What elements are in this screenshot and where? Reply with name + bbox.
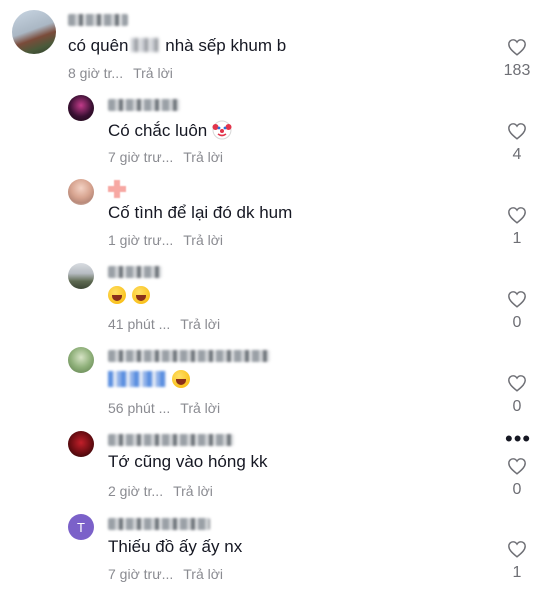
heart-icon bbox=[508, 291, 526, 308]
comment-time: 41 phút ... bbox=[108, 316, 171, 332]
comment-text: có quên nhà sếp khum b bbox=[68, 36, 287, 55]
reply-item: T Thiếu đồ ấy ấy nx 7 giờ trư... Trả lời … bbox=[0, 510, 550, 591]
avatar[interactable] bbox=[68, 431, 94, 457]
clown-face-icon bbox=[212, 120, 232, 140]
reply-button[interactable]: Trả lời bbox=[180, 400, 220, 416]
like-button[interactable]: 1 bbox=[500, 206, 534, 248]
username-blurred[interactable] bbox=[108, 434, 234, 446]
reply-button[interactable]: Trả lời bbox=[173, 483, 213, 499]
reply-item: 41 phút ... Trả lời 0 bbox=[0, 258, 550, 342]
comment-time: 8 giờ tr... bbox=[68, 65, 124, 81]
heart-icon bbox=[508, 207, 526, 224]
avatar[interactable] bbox=[68, 95, 94, 121]
comment-time: 7 giờ trư... bbox=[108, 566, 174, 582]
comment-time: 7 giờ trư... bbox=[108, 149, 174, 165]
like-count: 0 bbox=[512, 314, 522, 331]
comment-text: Cố tình để lại đó dk hum bbox=[108, 203, 293, 222]
comment-meta: 1 giờ trư... Trả lời bbox=[108, 232, 223, 248]
avatar[interactable] bbox=[12, 10, 56, 54]
heart-icon bbox=[508, 39, 526, 56]
like-count: 0 bbox=[512, 481, 522, 498]
avatar[interactable] bbox=[68, 263, 94, 289]
joy-face-icon bbox=[172, 370, 190, 388]
heart-icon bbox=[508, 123, 526, 140]
reply-item: ••• Tớ cũng vào hóng kk 2 giờ tr... Trả l… bbox=[0, 426, 550, 510]
comment-text: Tớ cũng vào hóng kk bbox=[108, 452, 268, 471]
like-button[interactable]: 183 bbox=[500, 38, 534, 80]
comment-text: Thiếu đồ ấy ấy nx bbox=[108, 537, 243, 556]
reply-button[interactable]: Trả lời bbox=[183, 149, 223, 165]
like-count: 1 bbox=[512, 564, 522, 581]
reply-button[interactable]: Trả lời bbox=[180, 316, 220, 332]
reply-item: 56 phút ... Trả lời 0 bbox=[0, 342, 550, 426]
avatar[interactable] bbox=[68, 179, 94, 205]
cross-icon bbox=[108, 180, 126, 198]
heart-icon bbox=[508, 375, 526, 392]
reply-button[interactable]: Trả lời bbox=[183, 566, 223, 582]
like-button[interactable]: 1 bbox=[500, 540, 534, 582]
comment-meta: 7 giờ trư... Trả lời bbox=[108, 149, 223, 165]
avatar[interactable] bbox=[68, 347, 94, 373]
avatar[interactable]: T bbox=[68, 514, 94, 540]
comment-time: 56 phút ... bbox=[108, 400, 171, 416]
comment-meta: 8 giờ tr... Trả lời bbox=[68, 65, 173, 81]
comment-emojis bbox=[108, 286, 156, 306]
like-count: 0 bbox=[512, 398, 522, 415]
like-count: 1 bbox=[512, 230, 522, 247]
comment-item: có quên nhà sếp khum b 8 giờ tr... Trả lờ… bbox=[0, 0, 550, 90]
username-blurred[interactable] bbox=[108, 350, 270, 362]
comment-meta: 7 giờ trư... Trả lời bbox=[108, 566, 223, 582]
blurred-word bbox=[130, 38, 159, 52]
reply-item: Có chắc luôn 7 giờ trư... Trả lời 4 bbox=[0, 90, 550, 174]
blurred-mention[interactable] bbox=[108, 371, 166, 387]
username-blurred[interactable] bbox=[108, 518, 210, 530]
username-blurred[interactable] bbox=[108, 99, 180, 111]
reply-button[interactable]: Trả lời bbox=[183, 232, 223, 248]
like-button[interactable]: 0 bbox=[500, 457, 534, 499]
like-button[interactable]: 4 bbox=[500, 122, 534, 164]
heart-icon bbox=[508, 541, 526, 558]
like-count: 4 bbox=[512, 146, 522, 163]
more-horizontal-icon[interactable]: ••• bbox=[505, 428, 531, 450]
comment-time: 1 giờ trư... bbox=[108, 232, 174, 248]
avatar-letter: T bbox=[77, 519, 85, 535]
comment-meta: 56 phút ... Trả lời bbox=[108, 400, 220, 416]
heart-icon bbox=[508, 458, 526, 475]
comment-meta: 41 phút ... Trả lời bbox=[108, 316, 220, 332]
laughing-face-icon bbox=[108, 286, 126, 304]
reply-button[interactable]: Trả lời bbox=[133, 65, 173, 81]
comment-time: 2 giờ tr... bbox=[108, 483, 164, 499]
laughing-face-icon bbox=[132, 286, 150, 304]
like-button[interactable]: 0 bbox=[500, 290, 534, 332]
username-blurred[interactable] bbox=[68, 14, 128, 26]
username-blurred[interactable] bbox=[108, 266, 162, 278]
comment-text: Có chắc luôn bbox=[108, 120, 232, 141]
reply-item: Cố tình để lại đó dk hum 1 giờ trư... Trả… bbox=[0, 174, 550, 258]
comment-emojis bbox=[108, 370, 196, 390]
comment-meta: 2 giờ tr... Trả lời bbox=[108, 483, 213, 499]
like-count: 183 bbox=[503, 62, 531, 79]
like-button[interactable]: 0 bbox=[500, 374, 534, 416]
